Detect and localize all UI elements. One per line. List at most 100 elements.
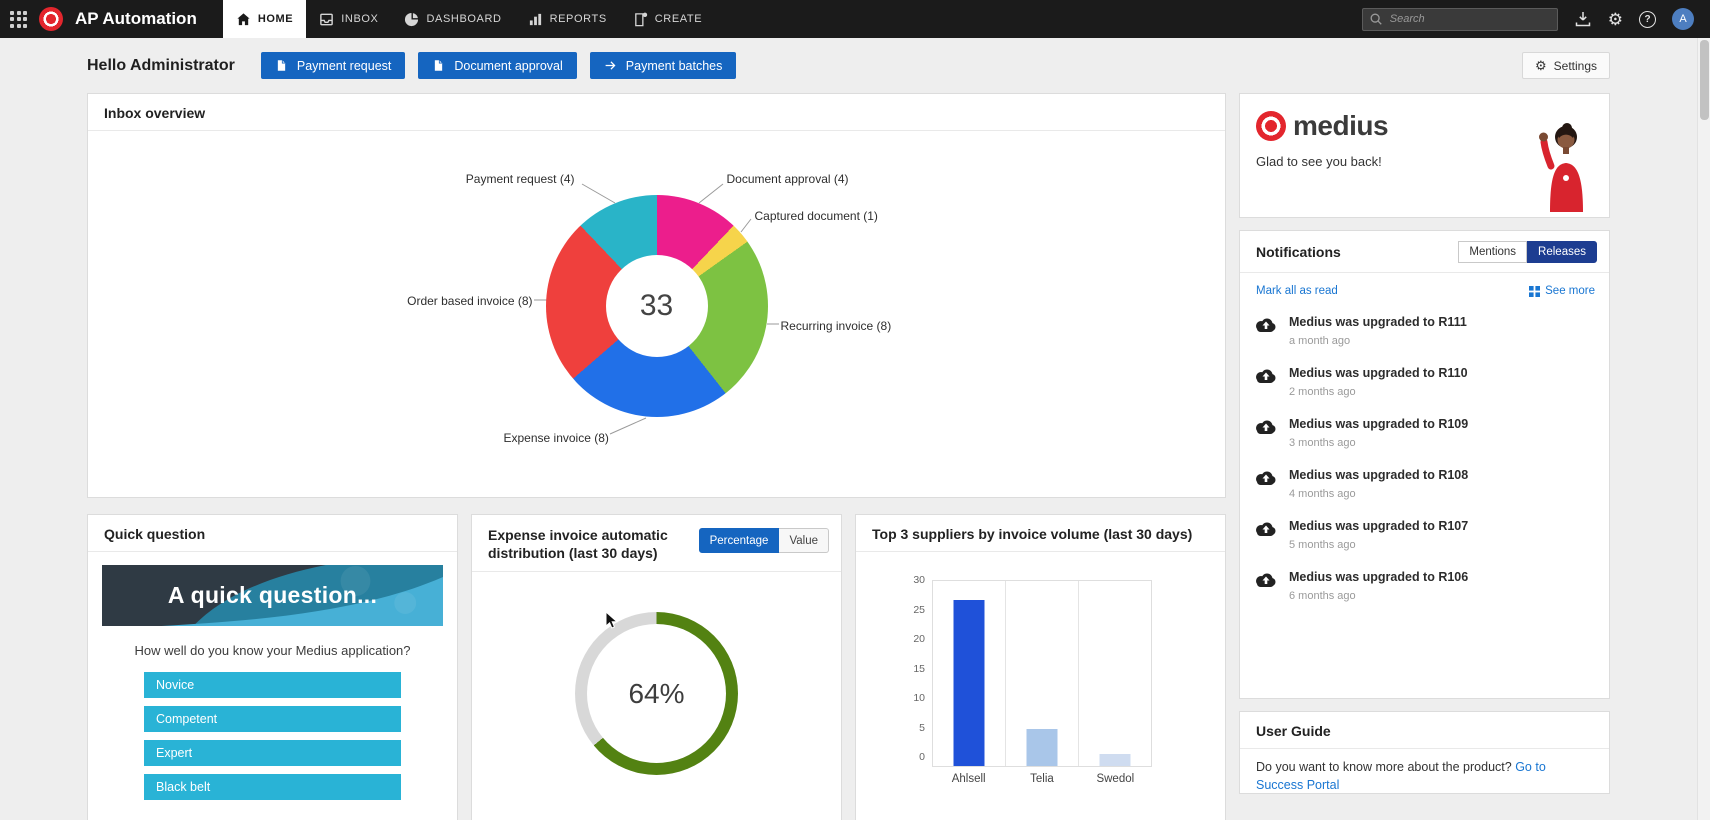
nav-label: CREATE [654,13,703,25]
notification-item[interactable]: Medius was upgraded to R108 4 months ago [1240,458,1609,509]
quick-question-banner: A quick question... [102,565,443,626]
gear-icon: ⚙ [1534,58,1547,73]
guide-text: Do you want to know more about the produ… [1256,760,1512,774]
notification-title: Medius was upgraded to R109 [1289,417,1469,431]
reports-icon [529,13,541,25]
notification-item[interactable]: Medius was upgraded to R111 a month ago [1240,305,1609,356]
plot-area [932,580,1152,767]
notification-item[interactable]: Medius was upgraded to R107 5 months ago [1240,509,1609,560]
percentage-value-toggle: Percentage Value [698,528,829,553]
medius-logo-icon [39,7,63,31]
notification-title: Medius was upgraded to R110 [1289,366,1468,380]
x-axis-labels: Ahlsell Telia Swedol [932,773,1152,785]
button-label: Payment request [296,58,392,73]
download-icon [1575,12,1590,27]
payment-request-button[interactable]: Payment request [260,52,406,79]
brand-name: medius [1293,110,1389,141]
donut-label-payment-request: Payment request (4) [465,172,575,186]
notification-item[interactable]: Medius was upgraded to R106 6 months ago [1240,560,1609,611]
cloud-upload-icon [1254,572,1276,602]
option-black-belt-button[interactable]: Black belt [144,774,401,800]
notification-item[interactable]: Medius was upgraded to R110 2 months ago [1240,356,1609,407]
notification-title: Medius was upgraded to R108 [1289,468,1469,482]
button-label: Settings [1553,58,1597,73]
download-button[interactable] [1574,10,1592,28]
welcome-card: medius Glad to see you back! [1239,93,1610,218]
notification-title: Medius was upgraded to R107 [1289,519,1469,533]
option-expert-button[interactable]: Expert [144,740,401,766]
cloud-upload-icon [1254,521,1276,551]
y-tick: 0 [919,751,925,763]
settings-gear-button[interactable]: ⚙ [1608,11,1623,28]
main-nav: HOME INBOX DASHBOARD REPORTS CREATE [222,0,715,38]
nav-item-home[interactable]: HOME [222,0,307,38]
see-more-link[interactable]: See more [1545,285,1595,297]
bar-telia[interactable] [1026,729,1058,766]
toggle-value[interactable]: Value [779,528,829,553]
y-tick: 25 [913,603,925,616]
notification-item[interactable]: Medius was upgraded to R109 3 months ago [1240,407,1609,458]
nav-item-inbox[interactable]: INBOX [306,0,391,38]
card-title: Expense invoice automatic distribution (… [488,527,668,562]
dashboard-icon [405,12,419,26]
tab-mentions[interactable]: Mentions [1458,241,1528,263]
card-title: Inbox overview [88,94,1225,131]
create-icon [634,12,647,26]
notification-time: a month ago [1289,335,1351,347]
help-icon: ? [1639,10,1656,28]
home-icon [237,12,250,25]
option-competent-button[interactable]: Competent [144,706,401,732]
settings-button[interactable]: ⚙ Settings [1521,52,1610,79]
document-icon [277,60,286,71]
document-icon [435,60,443,71]
inbox-overview-card: Inbox overview 33 Payment request (4) Do… [87,93,1226,498]
cloud-upload-icon [1254,317,1276,347]
notification-time: 4 months ago [1289,488,1356,500]
bar-swedol[interactable] [1099,753,1131,766]
cloud-upload-icon [1254,368,1276,398]
document-approval-button[interactable]: Document approval [418,52,577,79]
mark-all-read-link[interactable]: Mark all as read [1256,285,1338,297]
scrollbar-thumb[interactable] [1700,40,1709,120]
donut-label-captured-document: Captured document (1) [754,209,878,223]
notification-title: Medius was upgraded to R111 [1289,315,1467,329]
top-suppliers-card: Top 3 suppliers by invoice volume (last … [855,514,1226,820]
notification-title: Medius was upgraded to R106 [1289,570,1469,584]
apps-grid-icon[interactable] [10,10,27,28]
donut-label-document-approval: Document approval (4) [726,172,849,186]
payment-batches-button[interactable]: Payment batches [589,52,737,79]
bar-ahlsell[interactable] [953,599,985,766]
topbar: AP Automation HOME INBOX DASHBOARD REPOR… [0,0,1710,38]
search-icon [1370,13,1382,25]
bar-column [1005,581,1078,766]
toggle-percentage[interactable]: Percentage [698,528,780,553]
button-label: Document approval [454,58,563,73]
donut-label-recurring-invoice: Recurring invoice (8) [780,319,892,333]
option-novice-button[interactable]: Novice [144,672,401,698]
gauge-value: 64% [628,677,685,709]
arrow-right-icon [605,61,616,70]
page-header: Hello Administrator Payment request Docu… [0,38,1710,79]
y-tick: 15 [913,662,925,675]
nav-item-reports[interactable]: REPORTS [515,0,620,38]
inbox-donut-chart: 33 Payment request (4) Document approval… [277,131,1037,491]
help-button[interactable]: ? [1639,10,1656,28]
notification-time: 5 months ago [1289,539,1356,551]
y-tick: 10 [913,692,925,704]
quick-question-card: Quick question A quick question... How w… [87,514,458,820]
nav-item-dashboard[interactable]: DASHBOARD [391,0,514,38]
cloud-upload-icon [1254,419,1276,449]
y-tick: 5 [919,721,925,734]
donut-label-expense-invoice: Expense invoice (8) [503,431,609,445]
welcome-illustration [1539,123,1583,212]
search-input[interactable] [1361,7,1558,31]
donut-total: 33 [605,255,708,357]
card-title: User Guide [1240,712,1609,749]
y-tick: 20 [913,633,925,645]
avatar[interactable]: A [1672,8,1694,30]
user-guide-card: User Guide Do you want to know more abou… [1239,711,1610,794]
tab-releases[interactable]: Releases [1527,241,1597,263]
vertical-scrollbar[interactable] [1697,38,1710,820]
nav-label: DASHBOARD [426,13,502,25]
nav-item-create[interactable]: CREATE [620,0,715,38]
